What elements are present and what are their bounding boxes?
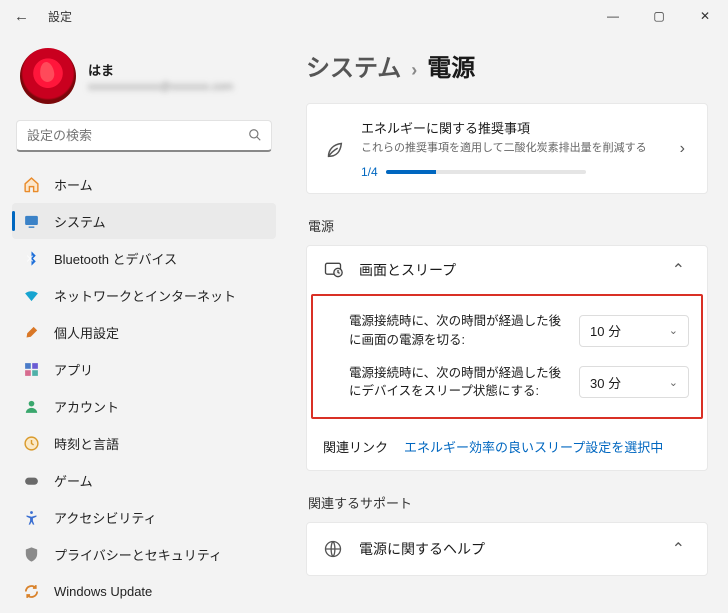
- back-button[interactable]: ←: [14, 8, 34, 25]
- energy-progress-label: 1/4: [361, 165, 378, 179]
- screen-icon: [323, 260, 345, 280]
- accessibility-icon: [22, 508, 40, 526]
- nav-time-language[interactable]: 時刻と言語: [12, 425, 276, 461]
- nav-label: Windows Update: [54, 584, 152, 599]
- shield-icon: [22, 545, 40, 563]
- nav-label: ゲーム: [54, 471, 93, 490]
- nav-label: プライバシーとセキュリティ: [54, 545, 222, 564]
- nav-label: アカウント: [54, 397, 119, 416]
- globe-icon: [323, 539, 345, 559]
- system-icon: [22, 212, 40, 230]
- clock-icon: [22, 434, 40, 452]
- chevron-up-icon: ⌃: [666, 260, 691, 280]
- nav-label: Bluetooth とデバイス: [54, 249, 177, 268]
- nav-system[interactable]: システム: [12, 203, 276, 239]
- breadcrumb: システム › 電源: [306, 48, 708, 83]
- leaf-icon: [323, 138, 347, 160]
- nav-accessibility[interactable]: アクセシビリティ: [12, 499, 276, 535]
- nav-label: ホーム: [54, 175, 93, 194]
- related-label: 関連リンク: [323, 437, 388, 456]
- chevron-right-icon: ›: [411, 60, 417, 81]
- power-help-card[interactable]: 電源に関するヘルプ ⌃: [306, 522, 708, 576]
- nav-accounts[interactable]: アカウント: [12, 388, 276, 424]
- profile-name: はま: [88, 60, 233, 79]
- nav-personalization[interactable]: 個人用設定: [12, 314, 276, 350]
- nav-label: アプリ: [54, 360, 93, 379]
- profile-email: xxxxxxxxxxxxx@xxxxxxx.com: [88, 81, 233, 93]
- energy-desc: これらの推奨事項を適用して二酸化炭素排出量を削減する: [361, 139, 674, 155]
- energy-recommendations-card[interactable]: エネルギーに関する推奨事項 これらの推奨事項を適用して二酸化炭素排出量を削減する…: [306, 103, 708, 194]
- nav-gaming[interactable]: ゲーム: [12, 462, 276, 498]
- nav-label: 時刻と言語: [54, 434, 119, 453]
- profile-block[interactable]: はま xxxxxxxxxxxxx@xxxxxxx.com: [20, 48, 276, 104]
- nav-apps[interactable]: アプリ: [12, 351, 276, 387]
- avatar: [20, 48, 76, 104]
- sleep-select[interactable]: 30 分 ⌄: [579, 366, 689, 398]
- screen-off-value: 10 分: [590, 321, 621, 340]
- chevron-down-icon: ⌄: [669, 324, 678, 337]
- breadcrumb-parent[interactable]: システム: [306, 48, 401, 83]
- nav-bluetooth[interactable]: Bluetooth とデバイス: [12, 240, 276, 276]
- window-title: 設定: [48, 8, 72, 25]
- game-icon: [22, 471, 40, 489]
- search-icon: [248, 128, 262, 142]
- related-links-row: 関連リンク エネルギー効率の良いスリープ設定を選択中: [307, 423, 707, 470]
- screen-sleep-header[interactable]: 画面とスリープ ⌃: [307, 246, 707, 294]
- update-icon: [22, 582, 40, 600]
- search-box: [16, 120, 272, 152]
- screen-off-label: 電源接続時に、次の時間が経過した後に画面の電源を切る:: [325, 312, 579, 350]
- chevron-down-icon: ⌄: [669, 376, 678, 389]
- sleep-value: 30 分: [590, 373, 621, 392]
- nav-privacy[interactable]: プライバシーとセキュリティ: [12, 536, 276, 572]
- nav-home[interactable]: ホーム: [12, 166, 276, 202]
- wifi-icon: [22, 286, 40, 304]
- nav-label: アクセシビリティ: [54, 508, 157, 527]
- search-input[interactable]: [16, 120, 272, 152]
- chevron-right-icon: ›: [674, 140, 691, 158]
- screen-sleep-card: 画面とスリープ ⌃ 電源接続時に、次の時間が経過した後に画面の電源を切る: 10…: [306, 245, 708, 471]
- nav-network[interactable]: ネットワークとインターネット: [12, 277, 276, 313]
- energy-progress-bar: [386, 170, 586, 174]
- brush-icon: [22, 323, 40, 341]
- related-link[interactable]: エネルギー効率の良いスリープ設定を選択中: [404, 437, 663, 456]
- nav-label: ネットワークとインターネット: [54, 286, 236, 305]
- page-title: 電源: [427, 48, 475, 83]
- section-support-label: 関連するサポート: [308, 493, 708, 512]
- home-icon: [22, 175, 40, 193]
- bluetooth-icon: [22, 249, 40, 267]
- screen-sleep-title: 画面とスリープ: [359, 260, 666, 280]
- close-button[interactable]: ✕: [682, 0, 728, 32]
- chevron-up-icon: ⌃: [666, 539, 691, 559]
- maximize-button[interactable]: ▢: [636, 0, 682, 32]
- power-help-title: 電源に関するヘルプ: [359, 539, 666, 559]
- person-icon: [22, 397, 40, 415]
- section-power-label: 電源: [308, 216, 708, 235]
- nav-windows-update[interactable]: Windows Update: [12, 573, 276, 609]
- minimize-button[interactable]: —: [590, 0, 636, 32]
- screen-off-select[interactable]: 10 分 ⌄: [579, 315, 689, 347]
- screen-sleep-options-highlighted: 電源接続時に、次の時間が経過した後に画面の電源を切る: 10 分 ⌄ 電源接続時…: [311, 294, 703, 419]
- nav-label: 個人用設定: [54, 323, 119, 342]
- apps-icon: [22, 360, 40, 378]
- nav-label: システム: [54, 212, 106, 231]
- sleep-label: 電源接続時に、次の時間が経過した後にデバイスをスリープ状態にする:: [325, 364, 579, 402]
- energy-title: エネルギーに関する推奨事項: [361, 118, 674, 137]
